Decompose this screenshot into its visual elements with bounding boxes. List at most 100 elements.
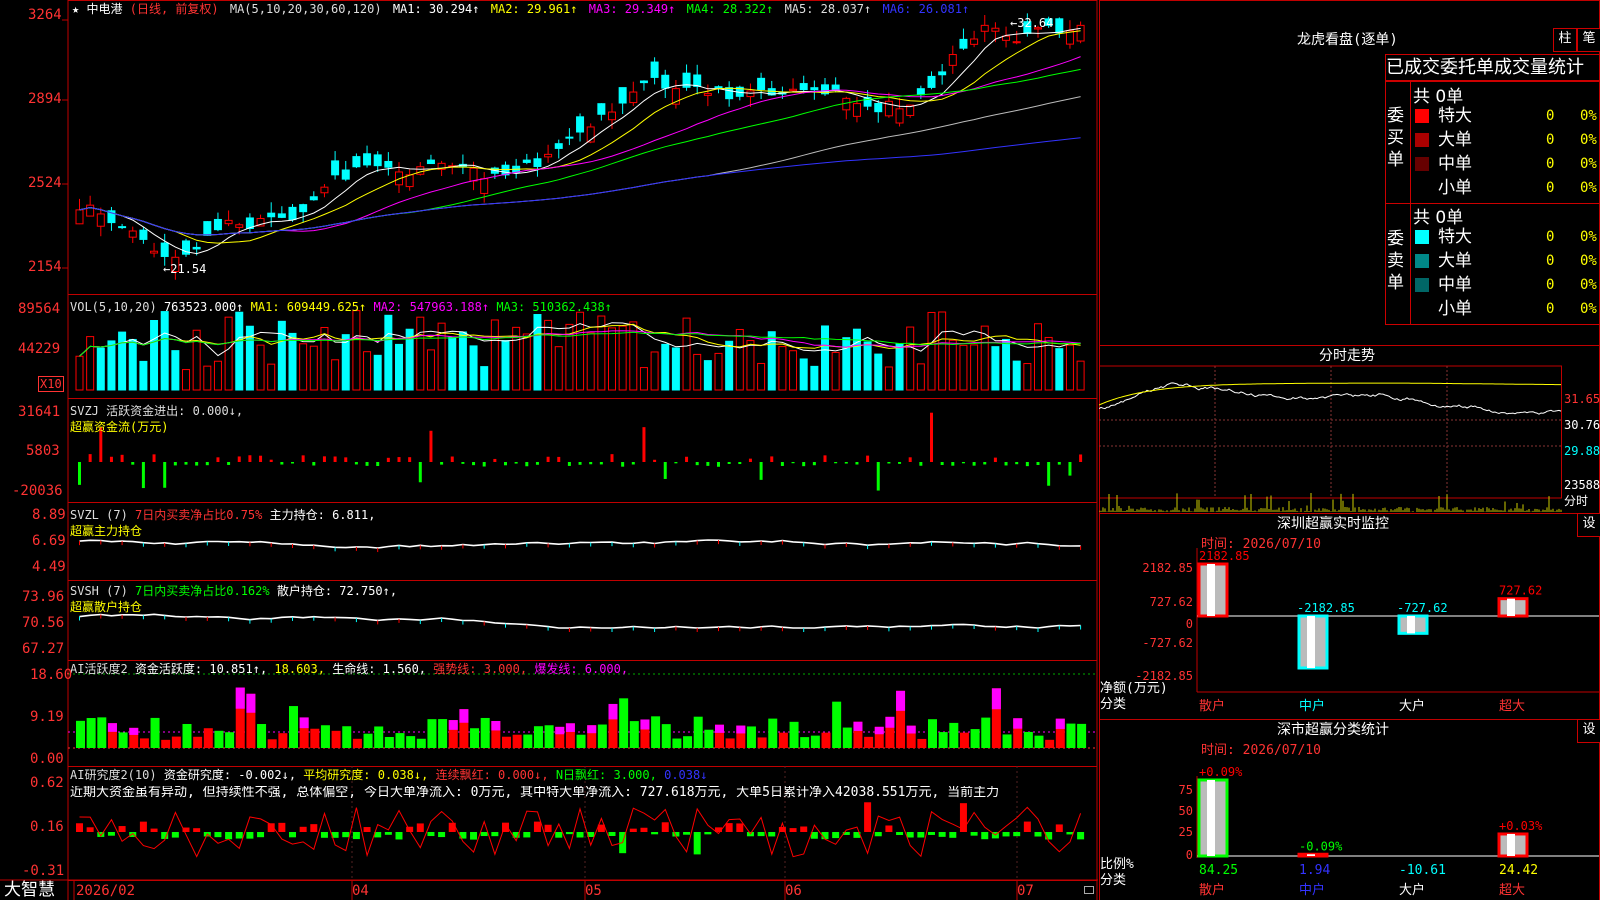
ai-research-bar [342,832,350,838]
legend-swatch [1415,278,1429,292]
main-chart-svg[interactable] [0,0,1098,900]
svzj-bar [770,456,774,462]
chart-header: ★ 中电港 (日线, 前复权) MA(5,10,20,30,60,120) MA… [72,2,969,16]
volume-bar [309,345,318,391]
tab-volume[interactable]: 成交量 [1494,57,1548,78]
monitor-category-label: 中户 [1299,698,1325,714]
ai-active-bar [427,719,437,748]
candle-body [618,87,627,104]
monitor-settings-button[interactable]: 设 [1577,513,1600,537]
ai-research-bar [1034,832,1042,837]
legend-swatch [1415,302,1429,316]
ai-active-bar [1023,731,1033,748]
ai-research-bar [629,828,637,832]
ai-active-bar [139,738,149,748]
ai-research-bar [885,825,893,832]
svzj-bar [898,462,902,464]
svzj-bar [269,459,273,462]
monitor-axis-label: 727.62 [1150,595,1193,609]
favorite-star-icon[interactable]: ★ [72,2,79,16]
ai-active-bar [533,726,543,748]
candle-body [703,93,712,96]
ai-active-bar [768,718,778,748]
ai-active-burst [896,690,906,711]
volume-bar [884,366,893,391]
lhb-cell-pct: 0% [1580,253,1597,269]
main-chart-area[interactable]: 3264 2894 2524 2154 ★ 中电港 (日线, 前复权) MA(5… [0,0,1098,900]
svzj-bar [237,456,241,462]
svzj-bar [844,462,848,464]
ai-research-bar [214,832,222,838]
candle-body [224,219,233,225]
svzj-bar [653,459,657,462]
candle-body [426,159,435,165]
lhb-cell-name: 特大 [1438,227,1472,247]
ai-research-bar [1002,832,1010,837]
candle-body [192,246,201,250]
ai-research-bar [310,824,318,832]
candle-body [714,86,723,89]
volume-bar [118,331,127,391]
svzj-bar [78,462,81,485]
panel-frame [67,0,1098,295]
ai-research-bar [246,832,254,839]
volume-bar [96,347,105,391]
monitor-title: 深圳超赢实时监控 [1277,516,1389,532]
candle-body [650,61,659,78]
candle-body [235,224,244,228]
ai-research-bar [693,832,701,855]
svzj-bar [440,462,444,465]
svzj-bar [610,454,614,462]
ai-active-bar [267,739,277,748]
ai-research-axis-label: 0.16 [30,819,64,835]
ai-research-bar [800,826,808,832]
volume-bar [735,328,744,391]
svzj-bar [386,457,390,462]
ai-active-bar [331,730,341,748]
legend-swatch [1415,133,1429,147]
ai-research-note: 近期大资金虽有异动, 但持续性不强, 总体偏空, 今日大单净流入: 0万元, 其… [70,786,1000,800]
candle-body [725,87,734,100]
volume-bar [650,351,659,391]
lhb-cell-pct: 0% [1580,277,1597,293]
stats-x-label: 分类 [1100,873,1127,888]
volume-bar [490,319,499,391]
ai-active-bar [959,732,969,748]
lock-icon[interactable] [1084,886,1094,894]
volume-axis-label: 44229 [18,341,61,357]
svzj-bar [748,458,752,462]
tab-filled[interactable]: 已成交 [1386,57,1440,78]
legend-swatch [1415,109,1429,123]
volume-unit-label: X10 [38,376,64,392]
ai-active-burst [459,709,469,723]
lhb-tick-mode-button[interactable]: 笔 [1577,28,1600,52]
tab-stats[interactable]: 统计 [1548,57,1584,78]
candle-body [341,169,350,180]
ai-research-bar [555,832,563,838]
ai-research-bar [438,832,446,838]
lhb-bar-mode-button[interactable]: 柱 [1553,28,1577,52]
volume-bar [938,311,947,391]
svzj-bar [1068,462,1072,476]
svzj-bar [376,462,380,467]
time-axis-label: 2026/02 [76,883,136,899]
lhb-cell-pct: 0% [1580,229,1597,245]
svzj-bar [227,462,231,465]
ai-research-bars [76,802,1085,858]
svsh-axis-label: 73.96 [22,589,65,605]
svzj-bar [961,462,965,464]
monitor-value-label: -727.62 [1397,601,1448,615]
tab-orders[interactable]: 委托单 [1440,57,1494,78]
legend-swatch [1415,230,1429,244]
ai-active-bar [800,737,810,748]
volume-bar [522,333,531,391]
ai-research-bar [193,828,201,832]
ai-active-burst [885,716,895,728]
svzj-subtitle: 超赢资金流(万元) [70,420,169,434]
svzj-bar [685,456,689,462]
candle-body [160,242,169,257]
ai-active-bar [683,736,693,748]
candle-body [277,213,286,218]
candle-body [576,116,585,133]
stats-settings-button[interactable]: 设 [1577,719,1600,743]
